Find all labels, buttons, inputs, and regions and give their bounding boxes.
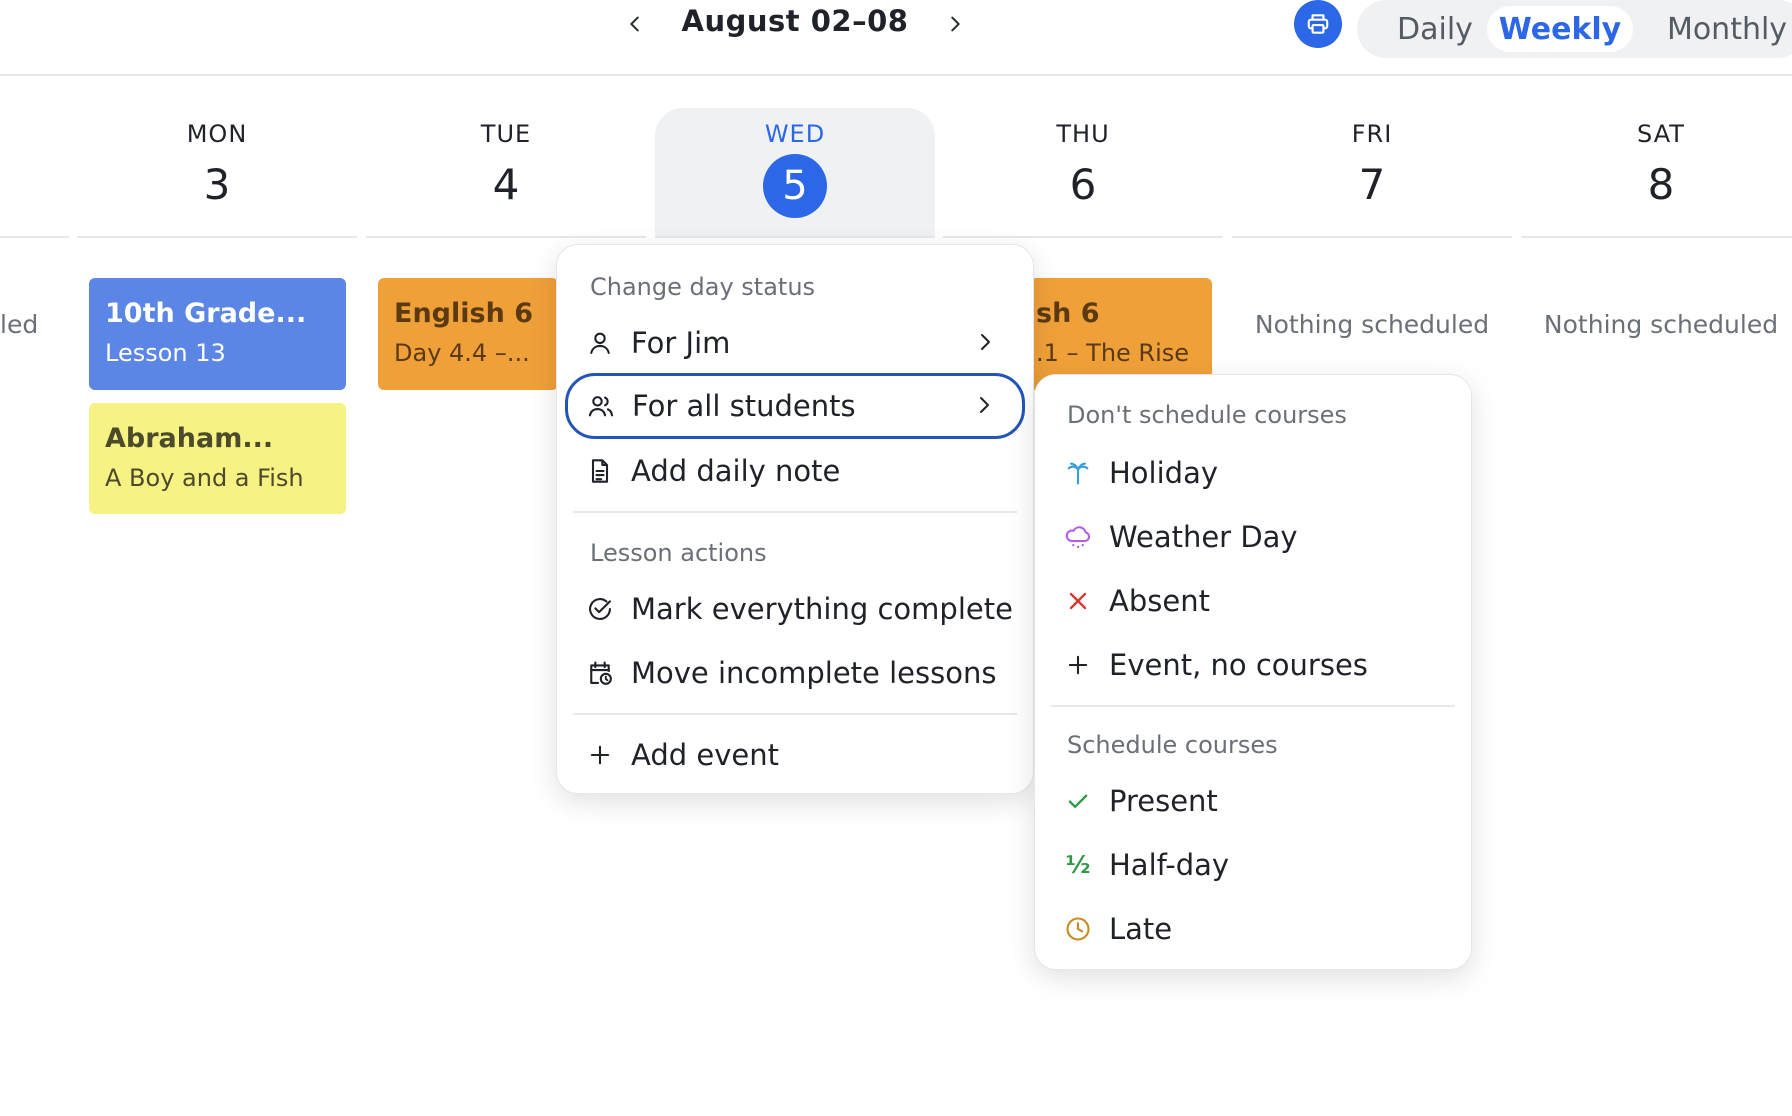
chevron-right-icon (951, 16, 960, 32)
lesson-subtitle: Lesson 13 (105, 339, 226, 367)
day-header-tue[interactable]: TUE 4 (366, 108, 646, 238)
cloud-snow-icon (1063, 522, 1093, 552)
day-name: MON (186, 120, 248, 148)
menu-item-label: Add event (631, 738, 779, 772)
lesson-title: 10th Grade... (105, 298, 307, 329)
printer-icon (1307, 14, 1329, 34)
menu-item-label: Mark everything complete (631, 592, 1013, 626)
day-header-fri[interactable]: FRI 7 (1232, 108, 1512, 238)
lesson-title: sh 6 (1036, 298, 1100, 329)
lesson-subtitle: Day 4.4 –... (394, 339, 530, 367)
day-actions-menu: Change day status For Jim For all studen… (556, 244, 1034, 794)
section-label-dont-schedule-courses: Don't schedule courses (1067, 401, 1347, 429)
section-label-schedule-courses: Schedule courses (1067, 731, 1278, 759)
section-label-lesson-actions: Lesson actions (590, 539, 767, 567)
today-day-number: 5 (763, 154, 827, 218)
menu-item-for-all-students[interactable]: For all students (565, 373, 1025, 439)
menu-item-for-jim[interactable]: For Jim (567, 313, 1023, 373)
document-icon (585, 456, 615, 486)
menu-item-present[interactable]: Present (1045, 771, 1461, 831)
lesson-subtitle: A Boy and a Fish (105, 464, 304, 492)
plus-icon (1063, 650, 1093, 680)
next-week-button[interactable] (939, 8, 971, 40)
menu-item-holiday[interactable]: Holiday (1045, 443, 1461, 503)
clock-icon (1063, 914, 1093, 944)
print-button[interactable] (1294, 0, 1342, 48)
prev-day-header-partial (0, 236, 69, 238)
chevron-right-icon (980, 397, 989, 413)
view-switcher: Daily Weekly Monthly (1357, 0, 1792, 58)
menu-item-late[interactable]: Late (1045, 899, 1461, 959)
plus-icon (585, 740, 615, 770)
menu-item-label: Add daily note (631, 454, 841, 488)
menu-divider (573, 713, 1017, 715)
half-icon: ½ (1065, 851, 1091, 879)
nothing-scheduled-sat: Nothing scheduled (1543, 310, 1779, 339)
day-name: FRI (1351, 120, 1393, 148)
menu-item-add-event[interactable]: Add event (567, 725, 1023, 785)
lesson-subtitle: .1 – The Rise ... (1036, 339, 1196, 367)
previous-week-button[interactable] (619, 8, 651, 40)
menu-item-label: For Jim (631, 326, 731, 360)
lesson-card[interactable]: Abraham... A Boy and a Fish (89, 403, 346, 514)
menu-item-label: Absent (1109, 584, 1210, 618)
menu-item-weather-day[interactable]: Weather Day (1045, 507, 1461, 567)
chevron-right-icon (981, 334, 990, 350)
menu-item-label: Present (1109, 784, 1218, 818)
person-icon (585, 328, 615, 358)
menu-item-label: For all students (632, 389, 856, 423)
menu-item-absent[interactable]: Absent (1045, 571, 1461, 631)
menu-item-move-incomplete-lessons[interactable]: Move incomplete lessons (567, 643, 1023, 703)
menu-item-label: Holiday (1109, 456, 1219, 490)
people-icon (586, 391, 616, 421)
day-name: SAT (1637, 120, 1685, 148)
lesson-card[interactable]: 10th Grade... Lesson 13 (89, 278, 346, 390)
view-weekly-tab[interactable]: Weekly (1487, 6, 1633, 52)
check-icon (1063, 786, 1093, 816)
menu-item-label: Weather Day (1109, 520, 1298, 554)
lesson-card[interactable]: English 6 Day 4.4 –... (378, 278, 558, 390)
day-header-thu[interactable]: THU 6 (943, 108, 1223, 238)
view-daily-tab[interactable]: Daily (1375, 6, 1495, 52)
x-icon (1063, 586, 1093, 616)
menu-item-mark-everything-complete[interactable]: Mark everything complete (567, 579, 1023, 639)
date-range-title: August 02–08 (681, 4, 909, 38)
menu-item-event-no-courses[interactable]: Event, no courses (1045, 635, 1461, 695)
menu-item-label: Move incomplete lessons (631, 656, 997, 690)
day-number: 4 (492, 160, 520, 209)
menu-item-label: Late (1109, 912, 1173, 946)
check-circle-icon (585, 594, 615, 624)
view-monthly-tab[interactable]: Monthly (1647, 6, 1792, 52)
section-label-change-day-status: Change day status (590, 273, 816, 301)
lesson-title: English 6 (394, 298, 533, 329)
day-number: 8 (1647, 160, 1675, 209)
day-name: TUE (480, 120, 532, 148)
menu-divider (1051, 705, 1455, 707)
chevron-left-icon (630, 16, 639, 32)
day-status-submenu: Don't schedule courses Holiday Weather D… (1034, 374, 1472, 970)
calendar-header: August 02–08 Daily Weekly Monthly (0, 0, 1792, 76)
palm-tree-icon (1063, 458, 1093, 488)
lesson-title: Abraham... (105, 423, 274, 454)
day-header-wed[interactable]: WED 5 (655, 108, 935, 238)
menu-item-half-day[interactable]: ½ Half-day (1045, 835, 1461, 895)
day-number: 6 (1069, 160, 1097, 209)
menu-divider (573, 511, 1017, 513)
day-header-sat[interactable]: SAT 8 (1521, 108, 1792, 238)
calendar-clock-icon (585, 658, 615, 688)
day-header-mon[interactable]: MON 3 (77, 108, 357, 238)
menu-item-label: Event, no courses (1109, 648, 1368, 682)
nothing-scheduled-fri: Nothing scheduled (1254, 310, 1490, 339)
day-number: 3 (203, 160, 231, 209)
day-number: 7 (1358, 160, 1386, 209)
day-name: THU (1056, 120, 1110, 148)
prev-day-nothing-scheduled-partial: led (0, 310, 39, 339)
day-name: WED (764, 120, 826, 148)
menu-item-label: Half-day (1109, 848, 1230, 882)
menu-item-add-daily-note[interactable]: Add daily note (567, 441, 1023, 501)
